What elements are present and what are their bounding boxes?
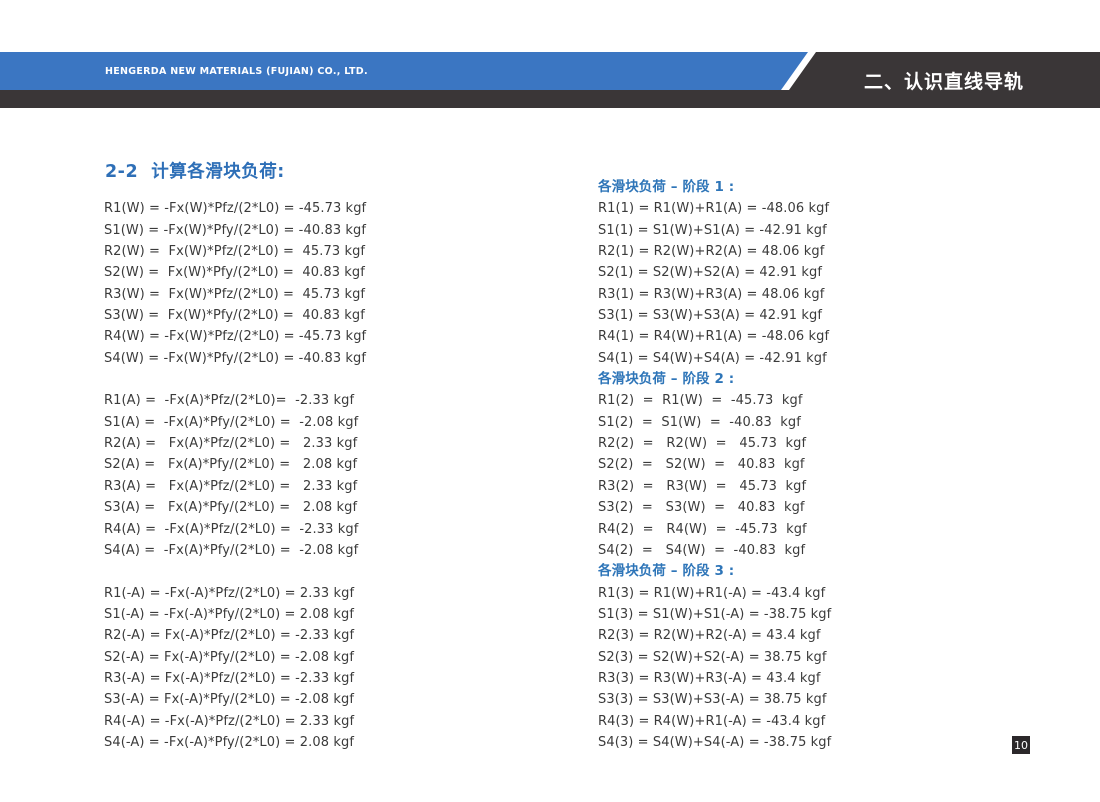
formula-line: R3(-A) = Fx(-A)*Pfz/(2*L0) = -2.33 kgf bbox=[104, 668, 366, 689]
formula-line: R2(A) = Fx(A)*Pfz/(2*L0) = 2.33 kgf bbox=[104, 433, 366, 454]
formula-line: S2(3) = S2(W)+S2(-A) = 38.75 kgf bbox=[598, 647, 831, 668]
formula-line: S4(3) = S4(W)+S4(-A) = -38.75 kgf bbox=[598, 732, 831, 753]
formula-line: R3(2) = R3(W) = 45.73 kgf bbox=[598, 476, 831, 497]
formula-line: S1(3) = S1(W)+S1(-A) = -38.75 kgf bbox=[598, 604, 831, 625]
formula-line: S4(A) = -Fx(A)*Pfy/(2*L0) = -2.08 kgf bbox=[104, 540, 366, 561]
formula-line: S3(3) = S3(W)+S3(-A) = 38.75 kgf bbox=[598, 689, 831, 710]
formula-line: R2(2) = R2(W) = 45.73 kgf bbox=[598, 433, 831, 454]
formula-line: S4(2) = S4(W) = -40.83 kgf bbox=[598, 540, 831, 561]
formula-line: R2(W) = Fx(W)*Pfz/(2*L0) = 45.73 kgf bbox=[104, 241, 366, 262]
formula-line: R4(-A) = -Fx(-A)*Pfz/(2*L0) = 2.33 kgf bbox=[104, 711, 366, 732]
formula-line: S3(1) = S3(W)+S3(A) = 42.91 kgf bbox=[598, 305, 831, 326]
row-spacer bbox=[104, 561, 366, 582]
formula-line: R1(-A) = -Fx(-A)*Pfz/(2*L0) = 2.33 kgf bbox=[104, 583, 366, 604]
row-spacer bbox=[104, 177, 366, 198]
formula-line: R3(1) = R3(W)+R3(A) = 48.06 kgf bbox=[598, 284, 831, 305]
formula-line: R2(1) = R2(W)+R2(A) = 48.06 kgf bbox=[598, 241, 831, 262]
formula-line: S3(2) = S3(W) = 40.83 kgf bbox=[598, 497, 831, 518]
formula-line: S1(A) = -Fx(A)*Pfy/(2*L0) = -2.08 kgf bbox=[104, 412, 366, 433]
formula-line: R2(-A) = Fx(-A)*Pfz/(2*L0) = -2.33 kgf bbox=[104, 625, 366, 646]
formula-line: R2(3) = R2(W)+R2(-A) = 43.4 kgf bbox=[598, 625, 831, 646]
formula-line: S2(1) = S2(W)+S2(A) = 42.91 kgf bbox=[598, 262, 831, 283]
formula-line: R3(A) = Fx(A)*Pfz/(2*L0) = 2.33 kgf bbox=[104, 476, 366, 497]
formula-line: S4(1) = S4(W)+S4(A) = -42.91 kgf bbox=[598, 348, 831, 369]
formula-line: R1(1) = R1(W)+R1(A) = -48.06 kgf bbox=[598, 198, 831, 219]
stage-heading: 各滑块负荷 – 阶段 1 : bbox=[598, 177, 831, 198]
formula-line: R4(W) = -Fx(W)*Pfz/(2*L0) = -45.73 kgf bbox=[104, 326, 366, 347]
formula-line: S2(A) = Fx(A)*Pfy/(2*L0) = 2.08 kgf bbox=[104, 454, 366, 475]
formula-column-right: 各滑块负荷 – 阶段 1 :R1(1) = R1(W)+R1(A) = -48.… bbox=[598, 177, 831, 753]
formula-line: S1(W) = -Fx(W)*Pfy/(2*L0) = -40.83 kgf bbox=[104, 220, 366, 241]
formula-line: R3(3) = R3(W)+R3(-A) = 43.4 kgf bbox=[598, 668, 831, 689]
stage-heading: 各滑块负荷 – 阶段 3 : bbox=[598, 561, 831, 582]
formula-line: R3(W) = Fx(W)*Pfz/(2*L0) = 45.73 kgf bbox=[104, 284, 366, 305]
formula-line: S1(1) = S1(W)+S1(A) = -42.91 kgf bbox=[598, 220, 831, 241]
formula-line: S1(-A) = -Fx(-A)*Pfy/(2*L0) = 2.08 kgf bbox=[104, 604, 366, 625]
formula-line: R1(A) = -Fx(A)*Pfz/(2*L0)= -2.33 kgf bbox=[104, 390, 366, 411]
formula-line: S3(-A) = Fx(-A)*Pfy/(2*L0) = -2.08 kgf bbox=[104, 689, 366, 710]
formula-line: R1(W) = -Fx(W)*Pfz/(2*L0) = -45.73 kgf bbox=[104, 198, 366, 219]
stage-heading: 各滑块负荷 – 阶段 2 : bbox=[598, 369, 831, 390]
company-name: HENGERDA NEW MATERIALS (FUJIAN) CO., LTD… bbox=[105, 52, 368, 90]
formula-line: R4(2) = R4(W) = -45.73 kgf bbox=[598, 519, 831, 540]
formula-line: S3(W) = Fx(W)*Pfy/(2*L0) = 40.83 kgf bbox=[104, 305, 366, 326]
formula-line: R1(2) = R1(W) = -45.73 kgf bbox=[598, 390, 831, 411]
formula-line: S1(2) = S1(W) = -40.83 kgf bbox=[598, 412, 831, 433]
page-number-badge: 10 bbox=[1012, 736, 1030, 754]
formula-line: S3(A) = Fx(A)*Pfy/(2*L0) = 2.08 kgf bbox=[104, 497, 366, 518]
section-title: 二、认识直线导轨 bbox=[866, 52, 1022, 108]
formula-line: S2(W) = Fx(W)*Pfy/(2*L0) = 40.83 kgf bbox=[104, 262, 366, 283]
formula-line: R1(3) = R1(W)+R1(-A) = -43.4 kgf bbox=[598, 583, 831, 604]
formula-line: S2(2) = S2(W) = 40.83 kgf bbox=[598, 454, 831, 475]
formula-line: R4(3) = R4(W)+R1(-A) = -43.4 kgf bbox=[598, 711, 831, 732]
formula-line: R4(A) = -Fx(A)*Pfz/(2*L0) = -2.33 kgf bbox=[104, 519, 366, 540]
formula-line: R4(1) = R4(W)+R1(A) = -48.06 kgf bbox=[598, 326, 831, 347]
formula-column-left: R1(W) = -Fx(W)*Pfz/(2*L0) = -45.73 kgfS1… bbox=[104, 177, 366, 753]
formula-line: S4(W) = -Fx(W)*Pfy/(2*L0) = -40.83 kgf bbox=[104, 348, 366, 369]
row-spacer bbox=[104, 369, 366, 390]
formula-line: S2(-A) = Fx(-A)*Pfy/(2*L0) = -2.08 kgf bbox=[104, 647, 366, 668]
formula-line: S4(-A) = -Fx(-A)*Pfy/(2*L0) = 2.08 kgf bbox=[104, 732, 366, 753]
